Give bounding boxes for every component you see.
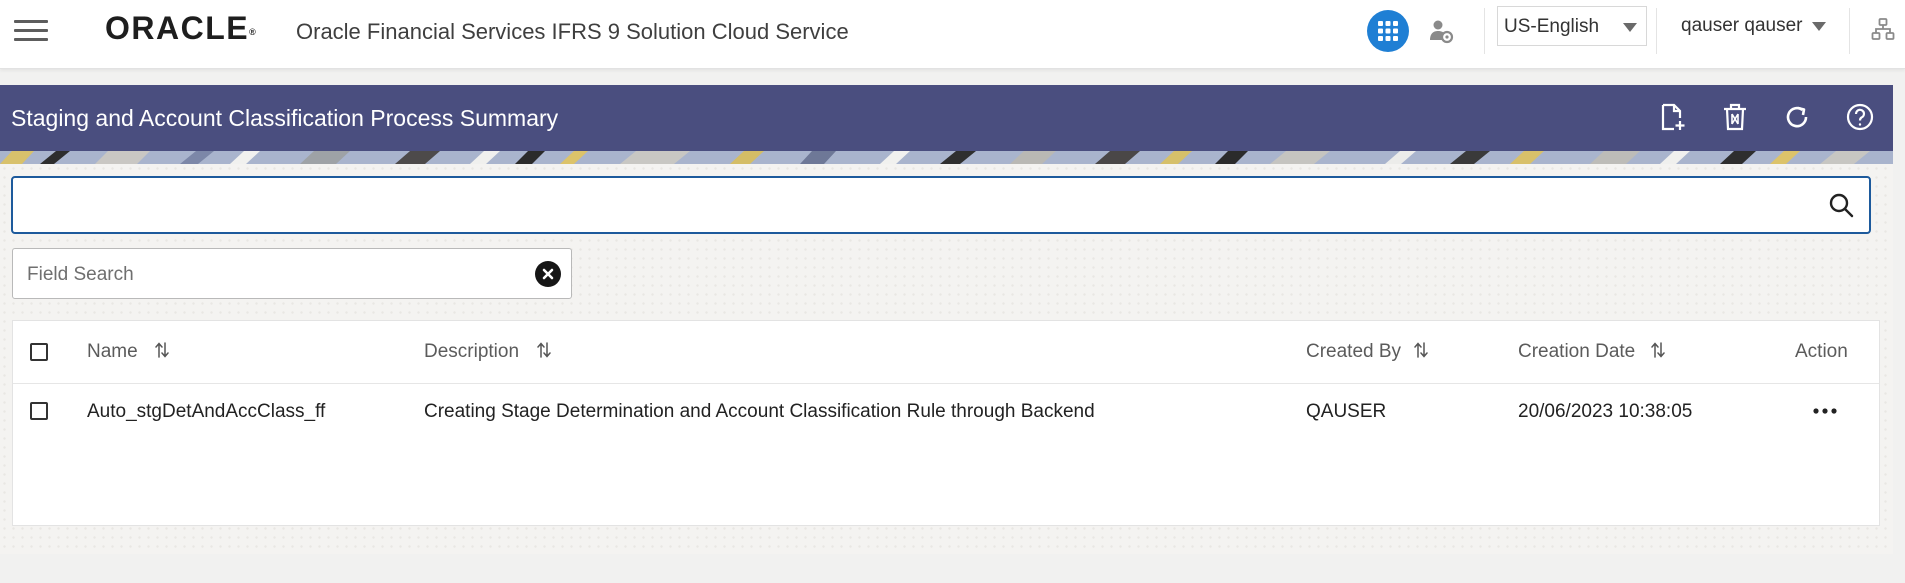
sort-icon[interactable]: [155, 341, 169, 359]
sort-icon[interactable]: [537, 341, 551, 359]
table-row[interactable]: Auto_stgDetAndAccClass_ff Creating Stage…: [13, 383, 1879, 441]
search-icon[interactable]: [1827, 191, 1855, 219]
divider: [1656, 8, 1657, 54]
select-all-checkbox[interactable]: [30, 343, 48, 361]
hamburger-menu-icon[interactable]: [14, 18, 48, 44]
add-document-icon[interactable]: [1657, 102, 1687, 132]
column-header-description[interactable]: Description: [424, 340, 519, 364]
column-header-creation-date[interactable]: Creation Date: [1518, 340, 1635, 364]
divider: [1849, 8, 1850, 54]
cell-description: Creating Stage Determination and Account…: [424, 401, 1095, 422]
user-menu[interactable]: qauser qauser: [1668, 6, 1828, 46]
language-value: US-English: [1504, 16, 1600, 37]
table-header-row: Name Description Created By Creation Dat…: [13, 321, 1879, 384]
column-header-name[interactable]: Name: [87, 340, 138, 364]
delete-icon[interactable]: [1720, 102, 1750, 132]
user-name: qauser qauser: [1681, 15, 1803, 36]
row-checkbox[interactable]: [30, 402, 48, 420]
sort-icon[interactable]: [1414, 341, 1428, 359]
logo-text: ORACLE: [105, 10, 250, 46]
hierarchy-icon[interactable]: [1871, 17, 1897, 43]
chevron-down-icon: [1623, 23, 1637, 32]
more-horizontal-icon[interactable]: [1810, 401, 1840, 421]
top-header: ORACLE® Oracle Financial Services IFRS 9…: [0, 0, 1905, 69]
app-title: Oracle Financial Services IFRS 9 Solutio…: [296, 19, 849, 44]
cell-created-by: QAUSER: [1306, 401, 1387, 422]
divider: [1484, 8, 1485, 54]
clear-icon[interactable]: [535, 261, 561, 287]
decorative-banner: [0, 151, 1893, 164]
grid-icon[interactable]: [1367, 10, 1409, 52]
field-search-input[interactable]: [25, 261, 509, 289]
column-header-action: Action: [1795, 341, 1848, 362]
language-select[interactable]: US-English: [1497, 6, 1647, 46]
summary-table: Name Description Created By Creation Dat…: [12, 320, 1880, 526]
help-icon[interactable]: [1845, 102, 1875, 132]
refresh-icon[interactable]: [1782, 102, 1812, 132]
field-search: [12, 248, 572, 299]
registered-mark: ®: [249, 27, 256, 37]
cell-creation-date: 20/06/2023 10:38:05: [1518, 401, 1693, 422]
user-gear-icon[interactable]: [1428, 18, 1454, 44]
oracle-logo: ORACLE®: [105, 10, 256, 46]
search-input[interactable]: [11, 176, 1871, 234]
column-header-created-by[interactable]: Created By: [1306, 340, 1401, 364]
page-header: Staging and Account Classification Proce…: [0, 85, 1893, 151]
cell-name[interactable]: Auto_stgDetAndAccClass_ff: [87, 400, 325, 424]
sort-icon[interactable]: [1651, 341, 1665, 359]
page-title: Staging and Account Classification Proce…: [11, 105, 559, 131]
chevron-down-icon: [1812, 22, 1826, 31]
